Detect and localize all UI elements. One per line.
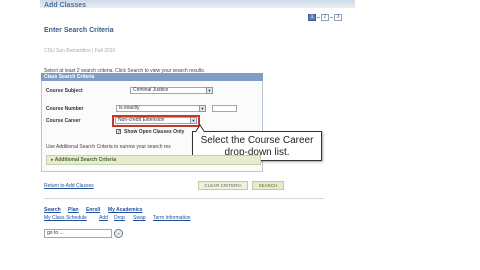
nav-search[interactable]: Search: [44, 207, 61, 213]
nav-my-academics[interactable]: My Academics: [108, 207, 143, 213]
nav-term-information[interactable]: Term Information: [153, 215, 191, 221]
goto-button[interactable]: »: [114, 229, 123, 238]
course-subject-dropdown-icon[interactable]: ▼: [206, 87, 213, 94]
divider: [44, 198, 324, 199]
nav-drop[interactable]: Drop: [114, 215, 125, 221]
additional-criteria-label: Additional Search Criteria: [54, 157, 117, 163]
return-to-add-classes-link[interactable]: Return to Add Classes: [44, 183, 94, 189]
open-classes-checkbox[interactable]: [116, 129, 121, 134]
course-number-label: Course Number: [46, 106, 84, 112]
course-number-operator-select[interactable]: is exactly: [116, 105, 200, 112]
nav-enroll[interactable]: Enroll: [86, 207, 100, 213]
section-title: Enter Search Criteria: [44, 27, 114, 34]
course-subject-label: Course Subject: [46, 88, 83, 94]
callout-pointer-fill: [196, 126, 204, 132]
course-career-label: Course Career: [46, 118, 81, 124]
step-3-indicator: 3: [334, 14, 342, 21]
nav-my-class-schedule[interactable]: My Class Schedule: [44, 215, 87, 221]
course-subject-select[interactable]: Criminal Justice: [130, 87, 207, 94]
additional-criteria-toggle[interactable]: ▸ Additional Search Criteria: [46, 155, 261, 165]
search-criteria-header: Class Search Criteria: [41, 73, 263, 81]
goto-select[interactable]: go to ...: [44, 229, 112, 238]
open-classes-label: Show Open Classes Only: [124, 129, 185, 135]
course-number-dropdown-icon[interactable]: ▼: [199, 105, 206, 112]
title-bar: [40, 0, 355, 8]
term-label: CSU San Bernardino | Fall 2010: [44, 48, 116, 54]
step-connector: [317, 17, 320, 18]
nav-plan[interactable]: Plan: [68, 207, 79, 213]
search-button[interactable]: SEARCH: [252, 181, 284, 190]
clear-criteria-button[interactable]: CLEAR CRITERIA: [198, 181, 248, 190]
course-career-dropdown-icon[interactable]: ▼: [190, 117, 197, 124]
step-2-indicator: 2: [321, 14, 329, 21]
course-career-select[interactable]: Non-credit Extension: [115, 117, 191, 124]
step-1-indicator: 1: [308, 14, 316, 21]
step-connector: [330, 17, 333, 18]
nav-swap[interactable]: Swap: [133, 215, 146, 221]
additional-criteria-note: Use Additional Search Criteria to narrow…: [46, 144, 171, 150]
nav-add[interactable]: Add: [99, 215, 108, 221]
page-title: Add Classes: [44, 2, 87, 9]
course-number-input[interactable]: [212, 105, 237, 112]
